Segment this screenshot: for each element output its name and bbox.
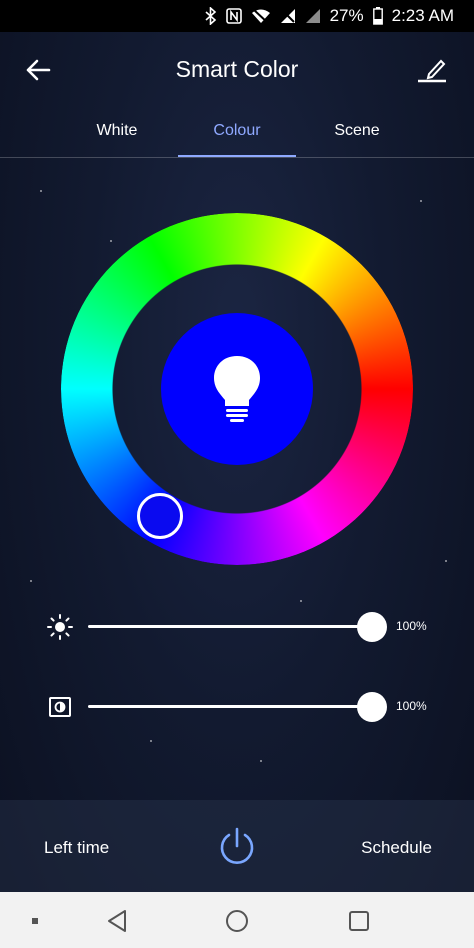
wifi-icon: [251, 8, 271, 24]
nfc-icon: [225, 8, 242, 24]
edit-button[interactable]: [412, 50, 452, 90]
saturation-thumb[interactable]: [357, 692, 387, 722]
star: [150, 740, 152, 742]
bluetooth-icon: [205, 7, 217, 25]
saturation-value: 100%: [396, 699, 427, 713]
signal-icon: [305, 8, 321, 24]
saturation-slider: 100%: [0, 686, 474, 726]
back-triangle-icon[interactable]: [102, 906, 132, 936]
star: [30, 580, 32, 582]
star: [110, 240, 112, 242]
brightness-track[interactable]: [88, 625, 372, 628]
battery-percent: 27%: [329, 6, 364, 25]
star: [300, 600, 302, 602]
bulb-icon: [214, 356, 260, 422]
left-time-button[interactable]: Left time: [44, 838, 109, 858]
contrast-icon: [46, 693, 74, 721]
star: [40, 190, 42, 192]
status-time: 2:23 AM: [391, 6, 454, 25]
page-title: Smart Color: [175, 56, 299, 82]
brightness-thumb[interactable]: [357, 612, 387, 642]
overview-square-icon[interactable]: [344, 906, 374, 936]
tab-scene[interactable]: Scene: [298, 122, 416, 140]
status-bar: 27% 2:23 AM: [0, 0, 474, 32]
brightness-value: 100%: [396, 619, 427, 633]
power-icon: [220, 827, 254, 864]
tab-bar: White Colour Scene: [0, 110, 474, 158]
app-bar: Smart Color: [0, 32, 474, 110]
tab-colour[interactable]: Colour: [178, 122, 296, 140]
tab-divider: [0, 157, 474, 158]
bottom-action-bar: Left time Schedule: [0, 800, 474, 892]
edit-icon: [418, 59, 446, 83]
signal-off-icon: [280, 8, 296, 24]
selected-color-preview[interactable]: [161, 313, 313, 465]
brightness-icon: [46, 613, 74, 641]
star: [445, 560, 447, 562]
schedule-button[interactable]: Schedule: [361, 838, 432, 858]
smart-color-screen: 27% 2:23 AM Smart Color White Colour Sce…: [0, 0, 474, 948]
system-nav-bar: [0, 892, 474, 948]
tab-white[interactable]: White: [58, 122, 176, 140]
star: [260, 760, 262, 762]
brightness-slider: 100%: [0, 606, 474, 646]
home-circle-icon[interactable]: [222, 906, 252, 936]
color-wheel-handle[interactable]: [137, 493, 183, 539]
recents-dot-icon[interactable]: [20, 906, 50, 936]
battery-icon: [372, 7, 383, 25]
saturation-track[interactable]: [88, 705, 372, 708]
star: [420, 200, 422, 202]
power-button[interactable]: [214, 824, 260, 870]
